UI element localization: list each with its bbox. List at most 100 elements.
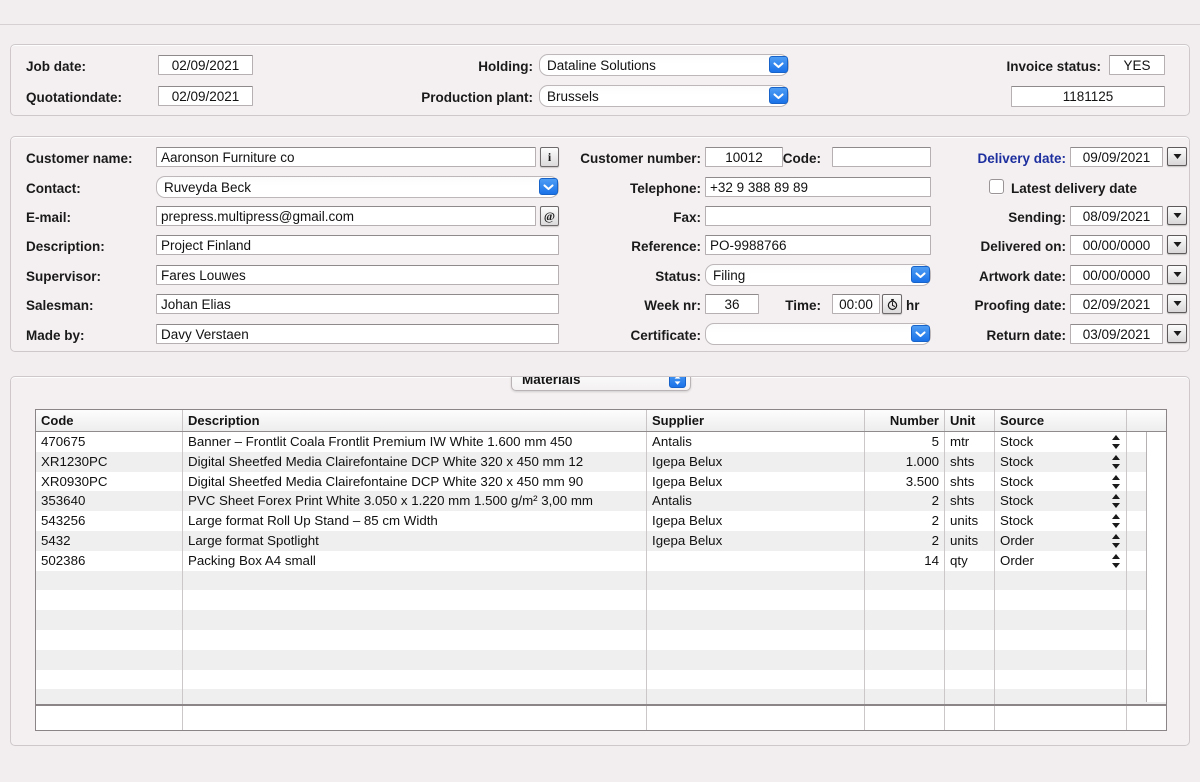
- table-row[interactable]: XR0930PC Digital Sheetfed Media Clairefon…: [36, 471, 1166, 492]
- fax-field[interactable]: [705, 206, 931, 226]
- cell-description[interactable]: Digital Sheetfed Media Clairefontaine DC…: [183, 451, 647, 472]
- cell-description[interactable]: [183, 570, 647, 591]
- table-row[interactable]: [36, 570, 1166, 591]
- cell-unit[interactable]: mtr: [945, 432, 995, 452]
- sending-date-picker-icon[interactable]: [1167, 206, 1187, 225]
- cell-number[interactable]: [865, 649, 945, 670]
- production-plant-chevron-down-icon[interactable]: [769, 87, 788, 104]
- cell-code[interactable]: [36, 570, 183, 591]
- email-field[interactable]: prepress.multipress@gmail.com: [156, 206, 536, 226]
- cell-source[interactable]: [995, 629, 1127, 650]
- cell-description[interactable]: [183, 629, 647, 650]
- cell-number[interactable]: 5: [865, 432, 945, 452]
- cell-unit[interactable]: [945, 669, 995, 690]
- holding-chevron-down-icon[interactable]: [769, 56, 788, 73]
- cell-code[interactable]: XR0930PC: [36, 471, 183, 492]
- materials-selector[interactable]: Materials: [511, 377, 691, 391]
- cell-description[interactable]: [183, 649, 647, 670]
- delivered-on-date-picker-icon[interactable]: [1167, 235, 1187, 254]
- cell-source[interactable]: Order: [995, 530, 1127, 551]
- cell-code[interactable]: 5432: [36, 530, 183, 551]
- cell-supplier[interactable]: [647, 550, 865, 571]
- cell-supplier[interactable]: Igepa Belux: [647, 511, 865, 531]
- cell-code[interactable]: 353640: [36, 491, 183, 512]
- stopwatch-icon[interactable]: [882, 294, 902, 314]
- proofing-date-picker-icon[interactable]: [1167, 294, 1187, 313]
- cell-unit[interactable]: [945, 570, 995, 591]
- materials-table-footer-row[interactable]: [36, 704, 1166, 730]
- cell-supplier[interactable]: Igepa Belux: [647, 530, 865, 551]
- cell-source[interactable]: [995, 610, 1127, 630]
- cell-source[interactable]: Stock: [995, 491, 1127, 512]
- source-stepper-icon[interactable]: [1111, 553, 1120, 568]
- cell-description[interactable]: Digital Sheetfed Media Clairefontaine DC…: [183, 471, 647, 492]
- cell-description[interactable]: [183, 590, 647, 611]
- cell-code[interactable]: [36, 649, 183, 670]
- cell-description[interactable]: [183, 610, 647, 630]
- cell-supplier[interactable]: Antalis: [647, 432, 865, 452]
- column-header-code[interactable]: Code: [36, 410, 183, 431]
- cell-unit[interactable]: [945, 629, 995, 650]
- return-date-field[interactable]: 03/09/2021: [1070, 324, 1163, 344]
- column-header-description[interactable]: Description: [183, 410, 647, 431]
- cell-supplier[interactable]: [647, 649, 865, 670]
- table-row[interactable]: [36, 629, 1166, 650]
- artwork-date-field[interactable]: 00/00/0000: [1070, 265, 1163, 285]
- column-header-source[interactable]: Source: [995, 410, 1127, 431]
- delivered-on-field[interactable]: 00/00/0000: [1070, 235, 1163, 255]
- cell-supplier[interactable]: Igepa Belux: [647, 451, 865, 472]
- cell-source[interactable]: Stock: [995, 471, 1127, 492]
- cell-supplier[interactable]: Antalis: [647, 491, 865, 512]
- table-row[interactable]: 353640 PVC Sheet Forex Print White 3.050 …: [36, 491, 1166, 512]
- salesman-field[interactable]: Johan Elias: [156, 294, 559, 314]
- artwork-date-picker-icon[interactable]: [1167, 265, 1187, 284]
- cell-number[interactable]: [865, 669, 945, 690]
- production-plant-combo[interactable]: Brussels: [539, 85, 789, 107]
- quotation-date-field[interactable]: 02/09/2021: [158, 86, 253, 106]
- contact-combo[interactable]: Ruveyda Beck: [156, 176, 559, 198]
- cell-unit[interactable]: [945, 649, 995, 670]
- cell-description[interactable]: Large format Roll Up Stand – 85 cm Width: [183, 511, 647, 531]
- cell-code[interactable]: [36, 590, 183, 611]
- cell-number[interactable]: [865, 570, 945, 591]
- cell-number[interactable]: [865, 610, 945, 630]
- cell-code[interactable]: [36, 610, 183, 630]
- cell-unit[interactable]: [945, 590, 995, 611]
- customer-name-field[interactable]: Aaronson Furniture co: [156, 147, 536, 167]
- cell-unit[interactable]: shts: [945, 451, 995, 472]
- proofing-date-field[interactable]: 02/09/2021: [1070, 294, 1163, 314]
- cell-unit[interactable]: [945, 610, 995, 630]
- cell-source[interactable]: [995, 669, 1127, 690]
- cell-description[interactable]: Large format Spotlight: [183, 530, 647, 551]
- cell-supplier[interactable]: [647, 610, 865, 630]
- status-combo[interactable]: Filing: [705, 264, 931, 286]
- cell-supplier[interactable]: [647, 570, 865, 591]
- table-row[interactable]: 5432 Large format Spotlight Igepa Belux 2 un…: [36, 530, 1166, 551]
- cell-source[interactable]: Stock: [995, 432, 1127, 452]
- cell-supplier[interactable]: Igepa Belux: [647, 471, 865, 492]
- source-stepper-icon[interactable]: [1111, 494, 1120, 509]
- cell-source[interactable]: Stock: [995, 451, 1127, 472]
- cell-source[interactable]: [995, 570, 1127, 591]
- source-stepper-icon[interactable]: [1111, 533, 1120, 548]
- column-header-number[interactable]: Number: [865, 410, 945, 431]
- cell-unit[interactable]: qty: [945, 550, 995, 571]
- source-stepper-icon[interactable]: [1111, 474, 1120, 489]
- description-field[interactable]: Project Finland: [156, 235, 559, 255]
- cell-supplier[interactable]: [647, 629, 865, 650]
- cell-description[interactable]: Banner – Frontlit Coala Frontlit Premium…: [183, 432, 647, 452]
- table-row[interactable]: [36, 669, 1166, 690]
- cell-description[interactable]: [183, 669, 647, 690]
- certificate-combo[interactable]: [705, 323, 931, 345]
- cell-unit[interactable]: shts: [945, 471, 995, 492]
- table-row[interactable]: [36, 590, 1166, 611]
- column-header-supplier[interactable]: Supplier: [647, 410, 865, 431]
- cell-number[interactable]: 2: [865, 491, 945, 512]
- materials-vertical-scrollbar[interactable]: [1146, 432, 1166, 702]
- holding-combo[interactable]: Dataline Solutions: [539, 54, 789, 76]
- table-row[interactable]: [36, 649, 1166, 670]
- delivery-date-field[interactable]: 09/09/2021: [1070, 147, 1163, 167]
- quote-nr-field[interactable]: 1181125: [1011, 86, 1165, 107]
- cell-unit[interactable]: units: [945, 511, 995, 531]
- latest-delivery-date-checkbox[interactable]: [989, 179, 1004, 194]
